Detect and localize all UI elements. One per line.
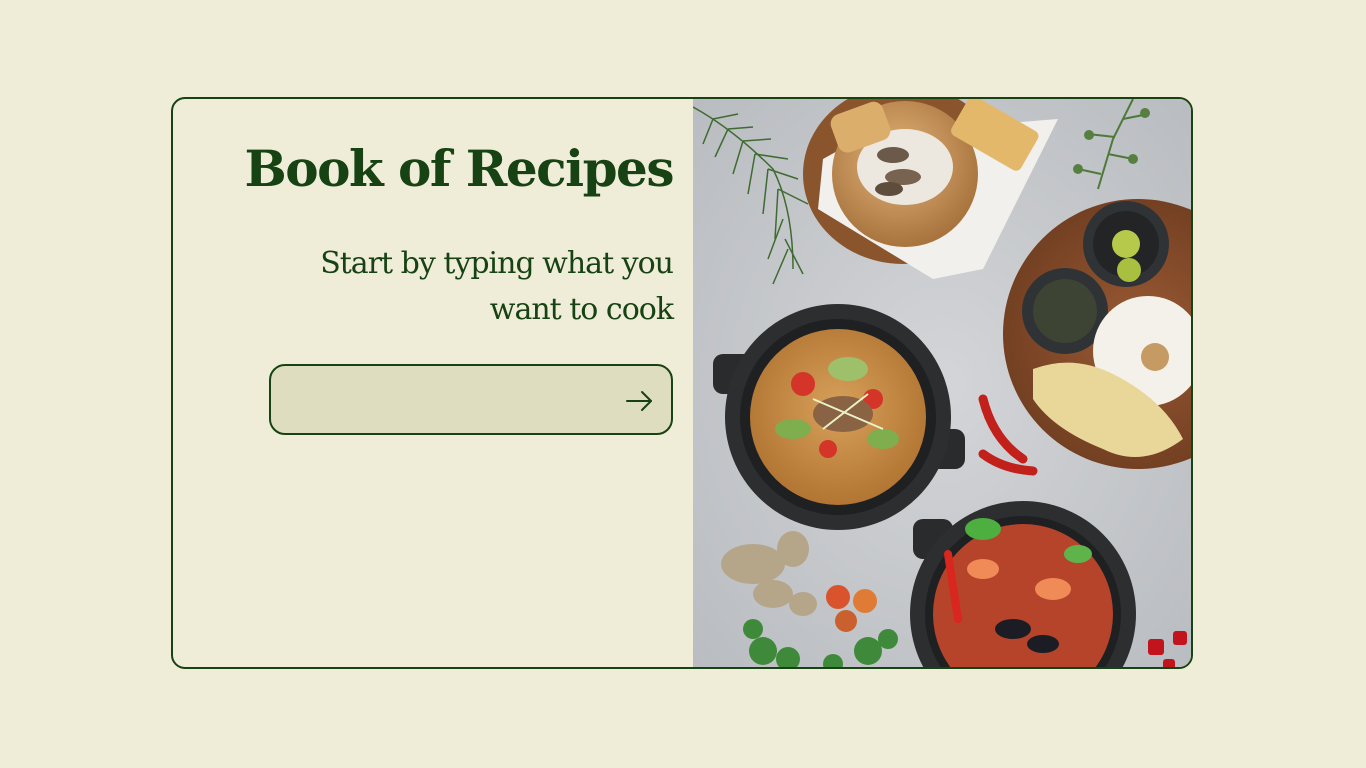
page-subtitle: Start by typing what you want to cook xyxy=(320,246,674,327)
page-title: Book of Recipes xyxy=(244,139,674,198)
recipe-card: Book of Recipes Start by typing what you… xyxy=(171,97,1193,669)
search-submit-button[interactable] xyxy=(623,384,657,418)
search-box[interactable] xyxy=(269,364,673,435)
food-photo xyxy=(693,99,1191,667)
arrow-right-icon xyxy=(626,391,652,411)
search-input[interactable] xyxy=(287,366,611,435)
food-photo-illustration xyxy=(693,99,1191,667)
intro-panel: Book of Recipes Start by typing what you… xyxy=(173,99,693,667)
